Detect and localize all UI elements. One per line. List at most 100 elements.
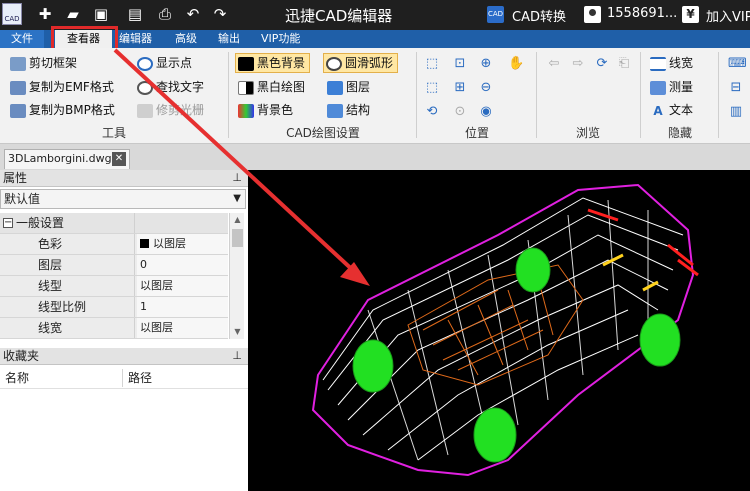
new-file-icon[interactable]: ✚ [36,5,54,23]
show-points-button[interactable]: 显示点 [137,53,192,73]
measure-button[interactable]: 测量 [650,77,693,97]
zoom-previous-icon[interactable]: ⊙ [452,104,468,120]
property-value-text: 以图层 [153,237,186,250]
property-value[interactable]: 0 [137,255,228,275]
find-text-label: 查找文字 [156,80,205,94]
user-phone[interactable]: 1558691... [607,6,677,21]
tab-advanced[interactable]: 高级 [175,30,197,48]
zoom-window-icon[interactable]: ⬚ [424,56,440,72]
pan-hand-icon[interactable]: ✋ [508,56,524,72]
group-label-tools: 工具 [101,126,126,140]
smooth-arc-button[interactable]: 圆滑弧形 [323,53,399,73]
property-value[interactable]: 以图层 [137,234,228,254]
property-group-general[interactable]: − 一般设置 [0,213,228,234]
car-interior [407,264,584,386]
pin-icon[interactable]: ⊥ [232,348,242,364]
truncated-tool-icon[interactable]: ⌨ [728,56,747,72]
drawing-canvas[interactable] [248,170,750,491]
layers-icon [327,80,343,95]
property-row-linetype-scale[interactable]: 线型比例 1 [0,297,228,318]
bmp-icon [10,103,26,118]
document-tab-label: 3DLamborgini.dwg [8,152,112,165]
zoom-in-icon[interactable]: ⊕ [478,56,494,72]
scroll-thumb[interactable] [232,229,243,247]
save-pdf-icon[interactable]: ▤ [126,5,144,23]
open-folder-icon[interactable]: ▰ [64,5,82,23]
copy-bmp-label: 复制为BMP格式 [29,103,115,117]
user-icon[interactable] [584,6,601,23]
group-label-position: 位置 [464,126,489,140]
bw-drawing-label: 黑白绘图 [257,80,306,94]
layers-button[interactable]: 图层 [327,77,370,97]
refresh-icon[interactable]: ⟳ [594,56,610,72]
cad-convert-button[interactable]: CAD转换 [512,6,566,25]
property-value[interactable]: 1 [137,297,228,317]
copy-emf-button[interactable]: 复制为EMF格式 [10,77,114,97]
zoom-all-icon[interactable]: ⊞ [452,80,468,96]
scroll-down-icon[interactable]: ▼ [230,325,245,339]
zoom-out-icon[interactable]: ⊖ [478,80,494,96]
properties-header: 属性 ⊥ [0,170,248,187]
trim-raster-button[interactable]: 修剪光栅 [137,100,204,120]
print-icon[interactable]: ⎙ [156,5,174,23]
vip-icon[interactable]: ¥ [682,6,699,23]
property-scrollbar[interactable]: ▲ ▼ [229,213,244,339]
property-row-color[interactable]: 色彩 以图层 [0,234,228,255]
background-color-button[interactable]: 背景色 [238,100,293,120]
wheel-rear-right [639,313,681,367]
forward-arrow-icon[interactable]: ⇨ [570,56,586,72]
column-divider[interactable] [122,369,123,387]
document-tab[interactable]: 3DLamborgini.dwg ✕ [4,149,130,169]
text-a-icon: A [653,103,663,118]
back-arrow-icon[interactable]: ⇦ [546,56,562,72]
truncated-tool-icon[interactable]: ▥ [728,104,744,120]
find-text-button[interactable]: 查找文字 [137,77,204,97]
property-key: 线型比例 [0,297,135,317]
fit-icon[interactable]: ⬚ [424,80,440,96]
black-background-button[interactable]: 黑色背景 [235,53,311,73]
linewidth-icon [650,56,666,71]
3d-orbit-icon[interactable]: ⟲ [424,104,440,120]
view-options-icon[interactable]: ◉ [478,104,494,120]
bg-color-label: 背景色 [257,103,294,117]
linewidth-label: 线宽 [669,56,694,70]
group-label-browse: 浏览 [575,126,600,140]
property-row-linetype[interactable]: 线型 以图层 [0,276,228,297]
save-icon[interactable]: ▣ [92,5,110,23]
text-label: 文本 [669,103,694,117]
truncated-tool-icon[interactable]: ⊟ [728,80,744,96]
property-row-lineweight[interactable]: 线宽 以图层 [0,318,228,339]
show-points-label: 显示点 [156,56,193,70]
text-button[interactable]: A 文本 [650,100,693,120]
wheel-front-right [473,407,517,463]
scroll-up-icon[interactable]: ▲ [230,213,245,227]
property-value[interactable]: 以图层 [137,318,228,338]
properties-dropdown[interactable]: 默认值 ▼ [0,189,246,209]
bw-drawing-button[interactable]: 黑白绘图 [238,77,305,97]
clip-frame-button[interactable]: 剪切框架 [10,53,77,73]
color-swatch-icon [140,239,149,248]
redo-icon[interactable]: ↷ [211,5,229,23]
cad-convert-icon[interactable]: CAD [487,6,504,23]
favorites-columns: 名称 路径 [0,367,248,389]
copy-bmp-button[interactable]: 复制为BMP格式 [10,100,115,120]
ribbon-divider [416,52,417,138]
property-value[interactable]: 以图层 [137,276,228,296]
property-row-layer[interactable]: 图层 0 [0,255,228,276]
tab-editor[interactable]: 编辑器 [119,30,152,48]
linewidth-button[interactable]: 线宽 [650,53,693,73]
tab-output[interactable]: 输出 [218,30,240,48]
tab-file[interactable]: 文件 [0,30,44,48]
tab-vip-features[interactable]: VIP功能 [261,30,300,48]
zoom-extents-icon[interactable]: ⊡ [452,56,468,72]
join-vip-button[interactable]: 加入VIP [706,6,750,25]
structure-button[interactable]: 结构 [327,100,370,120]
close-icon[interactable]: ✕ [112,152,126,166]
car-yellow-accents [602,253,659,292]
column-header-name[interactable]: 名称 [5,367,29,389]
pin-icon[interactable]: ⊥ [232,170,242,186]
back-page-icon[interactable]: ⎗ [616,56,632,72]
ribbon-divider [640,52,641,138]
undo-icon[interactable]: ↶ [184,5,202,23]
column-header-path[interactable]: 路径 [128,367,152,389]
